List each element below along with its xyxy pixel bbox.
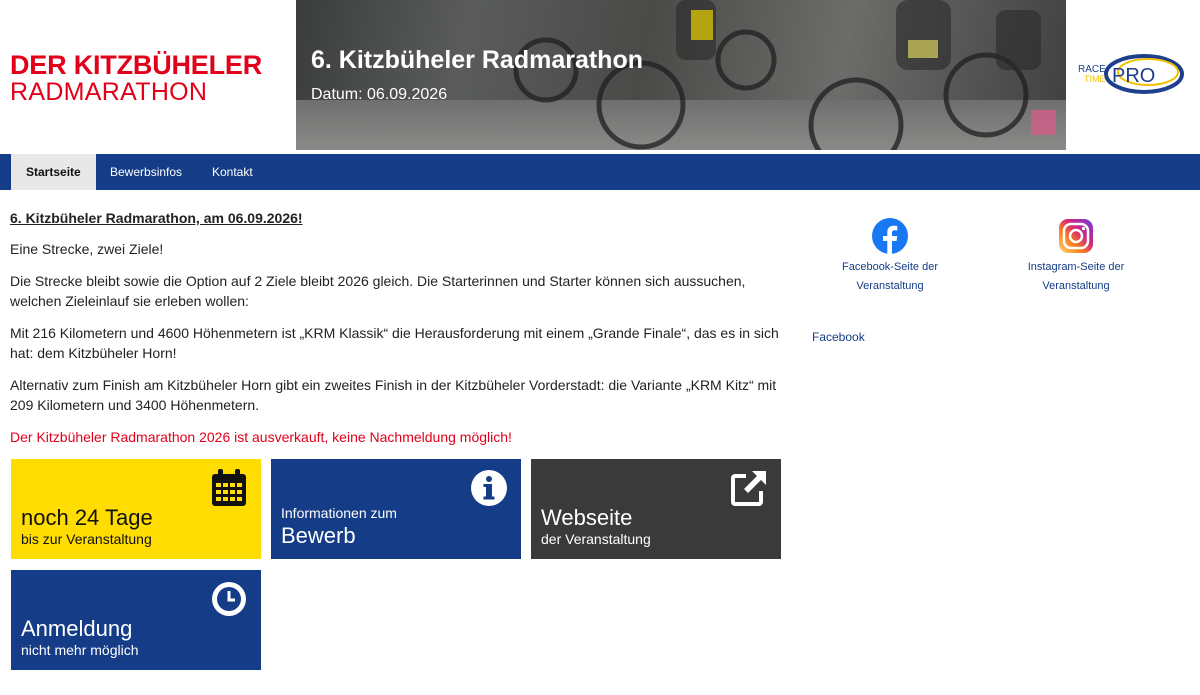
nav-item-startseite[interactable]: Startseite	[11, 154, 96, 190]
logo-line-2: RADMARATHON	[10, 78, 208, 106]
facebook-label-line-2: Veranstaltung	[856, 280, 924, 292]
external-link-icon	[731, 471, 766, 506]
facebook-icon	[872, 218, 908, 254]
racetimepro-logo[interactable]: RACE TIME PRO	[1078, 52, 1188, 98]
website-tile-subtitle: der Veranstaltung	[541, 531, 651, 547]
event-date: Datum: 06.09.2026	[311, 86, 448, 103]
clock-icon	[212, 582, 246, 616]
paragraph-kitz: Alternativ zum Finish am Kitzbüheler Hor…	[10, 377, 777, 413]
page-headline: 6. Kitzbüheler Radmarathon, am 06.09.202…	[10, 210, 303, 226]
instagram-icon	[1059, 219, 1093, 253]
info-tile-title: Bewerb	[281, 523, 356, 548]
main-nav: Startseite Bewerbsinfos Kontakt	[0, 154, 1200, 190]
facebook-text-link[interactable]: Facebook	[812, 330, 865, 344]
countdown-tile[interactable]: noch 24 Tage bis zur Veranstaltung	[11, 459, 261, 559]
countdown-days: noch 24 Tage	[21, 505, 153, 530]
registration-tile-subtitle: nicht mehr möglich	[21, 642, 139, 658]
website-tile-title: Webseite	[541, 505, 633, 530]
header-banner: 6. Kitzbüheler Radmarathon Datum: 06.09.…	[296, 0, 1066, 150]
site-logo[interactable]: DER KITZBÜHELER RADMARATHON	[10, 50, 282, 105]
instagram-label-line-1: Instagram-Seite der	[1027, 261, 1125, 273]
website-tile[interactable]: Webseite der Veranstaltung	[531, 459, 781, 559]
partner-logo-time: TIME	[1084, 74, 1106, 84]
info-tile-subtitle: Informationen zum	[281, 505, 397, 521]
event-title: 6. Kitzbüheler Radmarathon	[311, 46, 643, 74]
registration-tile-title: Anmeldung	[21, 616, 133, 641]
nav-item-kontakt[interactable]: Kontakt	[197, 154, 268, 190]
facebook-label-line-1: Facebook-Seite der	[842, 261, 938, 273]
calendar-icon	[212, 469, 246, 506]
logo-line-1: DER KITZBÜHELER	[10, 50, 262, 80]
info-icon	[471, 470, 507, 506]
info-tile[interactable]: Informationen zum Bewerb	[271, 459, 521, 559]
paragraph-route: Die Strecke bleibt sowie die Option auf …	[10, 273, 746, 309]
sold-out-notice: Der Kitzbüheler Radmarathon 2026 ist aus…	[10, 429, 512, 445]
countdown-subtitle: bis zur Veranstaltung	[21, 531, 152, 547]
instagram-label-line-2: Veranstaltung	[1042, 280, 1110, 292]
intro-text: Eine Strecke, zwei Ziele!	[10, 241, 164, 257]
nav-item-bewerbsinfos[interactable]: Bewerbsinfos	[95, 154, 197, 190]
instagram-page-link[interactable]: Instagram-Seite der Veranstaltung	[1020, 218, 1132, 296]
paragraph-klassik: Mit 216 Kilometern und 4600 Höhenmetern …	[10, 325, 779, 361]
registration-tile[interactable]: Anmeldung nicht mehr möglich	[11, 570, 261, 670]
page-header: DER KITZBÜHELER RADMARATHON 6. Kitzbühel…	[0, 0, 1200, 150]
facebook-page-link[interactable]: Facebook-Seite der Veranstaltung	[833, 218, 947, 296]
partner-logo-pro: PRO	[1112, 65, 1155, 87]
cyclists-photo	[513, 0, 1056, 150]
